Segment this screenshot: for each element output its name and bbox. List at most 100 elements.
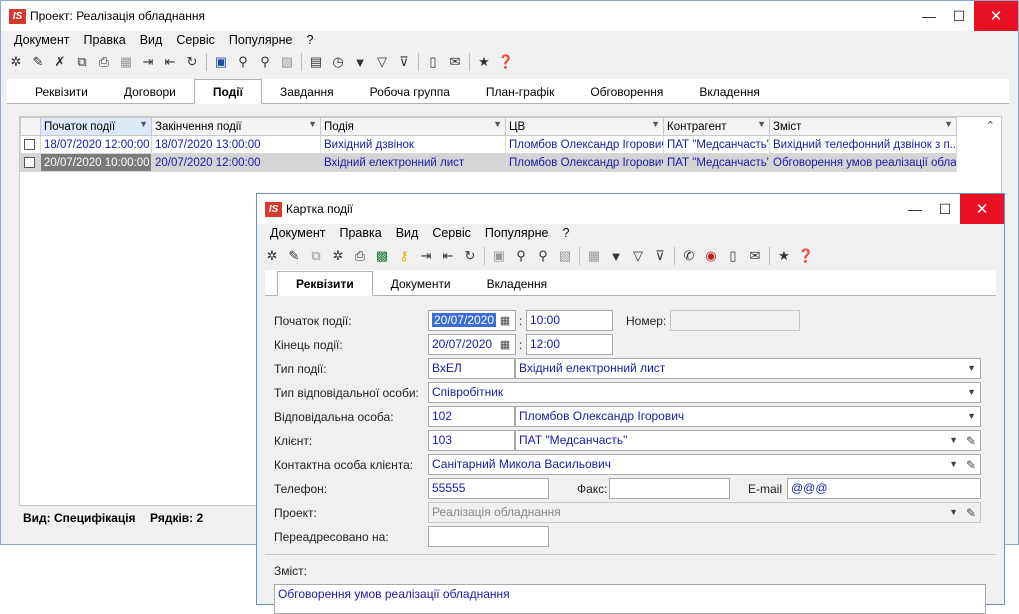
calendar-icon[interactable]: ▦ xyxy=(497,336,513,352)
print-icon[interactable]: ⎙ xyxy=(93,51,115,73)
number-field[interactable] xyxy=(670,310,800,331)
tab-schedule[interactable]: План-графік xyxy=(468,81,572,103)
menu-service[interactable]: Сервіс xyxy=(432,226,471,240)
chevron-down-icon[interactable]: ▼ xyxy=(949,455,958,474)
filter-icon[interactable]: ▼ xyxy=(605,245,627,267)
column-header-contractor[interactable]: Контрагент ▼ xyxy=(663,117,770,136)
key-icon[interactable]: ⚷ xyxy=(393,245,415,267)
edit-doc-icon[interactable]: ✎ xyxy=(283,245,305,267)
contact-select[interactable]: Санітарний Микола Васильович ▼ ✎ xyxy=(428,454,981,475)
phone-field[interactable]: 55555 xyxy=(428,478,549,499)
tab-workgroup[interactable]: Робоча группа xyxy=(352,81,468,103)
card-titlebar[interactable]: IS Картка події — ☐ ✕ xyxy=(257,194,1004,224)
mail-icon[interactable]: ✉ xyxy=(744,245,766,267)
pencil-icon[interactable]: ✎ xyxy=(966,504,976,522)
event-type-select[interactable]: Вхідний електронний лист ▼ xyxy=(515,358,981,379)
table-icon[interactable]: ▤ xyxy=(305,51,327,73)
column-header-cv[interactable]: ЦВ ▼ xyxy=(505,117,664,136)
menu-popular[interactable]: Популярне xyxy=(229,33,293,47)
tab-tasks[interactable]: Завдання xyxy=(262,81,352,103)
main-titlebar[interactable]: IS Проект: Реалізація обладнання — ☐ ✕ xyxy=(1,1,1018,31)
import-icon[interactable]: ⇤ xyxy=(159,51,181,73)
row-checkbox[interactable] xyxy=(24,156,35,168)
print-preview-icon[interactable]: ▦ xyxy=(115,51,137,73)
pencil-icon[interactable]: ✎ xyxy=(966,432,976,450)
favorite-icon[interactable]: ★ xyxy=(473,51,495,73)
document-icon[interactable]: ▯ xyxy=(422,51,444,73)
copy-icon[interactable]: ⧉ xyxy=(305,245,327,267)
end-date-field[interactable]: 20/07/2020 ▦ xyxy=(428,334,516,355)
event-type-code-field[interactable]: ВхЕЛ xyxy=(428,358,515,379)
tab-events[interactable]: Події xyxy=(193,79,262,104)
clear-search-icon[interactable]: ▧ xyxy=(554,245,576,267)
table-row[interactable]: 18/07/2020 12:00:00 18/07/2020 13:00:00 … xyxy=(20,135,957,154)
row-checkbox[interactable] xyxy=(24,138,35,150)
phone-icon[interactable]: ✆ xyxy=(678,245,700,267)
document-icon[interactable]: ▯ xyxy=(722,245,744,267)
client-code-field[interactable]: 103 xyxy=(428,430,515,451)
menu-view[interactable]: Вид xyxy=(140,33,163,47)
filter-clear-icon[interactable]: ⊽ xyxy=(649,245,671,267)
search-icon[interactable]: ⚲ xyxy=(510,245,532,267)
tab-attachments[interactable]: Вкладення xyxy=(681,81,778,103)
minimize-icon[interactable]: — xyxy=(914,1,944,31)
start-date-field[interactable]: 20/07/2020 ▦ xyxy=(428,310,516,331)
column-header-end[interactable]: Закінчення події ▼ xyxy=(151,117,321,136)
history-icon[interactable]: ◷ xyxy=(327,51,349,73)
export-icon[interactable]: ⇥ xyxy=(415,245,437,267)
start-time-field[interactable]: 10:00 xyxy=(526,310,613,331)
chevron-down-icon[interactable]: ▼ xyxy=(949,431,958,450)
redirect-field[interactable] xyxy=(428,526,549,547)
chevron-down-icon[interactable]: ▼ xyxy=(949,503,958,522)
menu-popular[interactable]: Популярне xyxy=(485,226,549,240)
resp-code-field[interactable]: 102 xyxy=(428,406,515,427)
delete-doc-icon[interactable]: ✗ xyxy=(49,51,71,73)
refresh-icon[interactable]: ↻ xyxy=(459,245,481,267)
column-header-start[interactable]: Початок події ▼ xyxy=(40,117,152,136)
menu-document[interactable]: Документ xyxy=(270,226,325,240)
search-next-icon[interactable]: ⚲ xyxy=(532,245,554,267)
maximize-icon[interactable]: ☐ xyxy=(944,1,974,31)
menu-help[interactable]: ? xyxy=(306,33,313,47)
tab-requisites[interactable]: Реквізити xyxy=(277,271,373,296)
minimize-icon[interactable]: — xyxy=(900,194,930,224)
tab-documents[interactable]: Документи xyxy=(373,273,469,295)
column-header-event[interactable]: Подія ▼ xyxy=(320,117,506,136)
calendar-icon[interactable]: ▦ xyxy=(497,312,513,328)
filter-edit-icon[interactable]: ▽ xyxy=(371,51,393,73)
search-next-icon[interactable]: ⚲ xyxy=(254,51,276,73)
menu-edit[interactable]: Правка xyxy=(83,33,125,47)
search-icon[interactable]: ⚲ xyxy=(232,51,254,73)
tab-attachments[interactable]: Вкладення xyxy=(469,273,566,295)
menu-document[interactable]: Документ xyxy=(14,33,69,47)
resp-type-select[interactable]: Співробітник ▼ xyxy=(428,382,981,403)
help-icon[interactable]: ❓ xyxy=(795,245,817,267)
filter-icon[interactable]: ▼ xyxy=(349,51,371,73)
chevron-down-icon[interactable]: ▼ xyxy=(967,359,976,378)
resp-select[interactable]: Пломбов Олександр Ігорович ▼ xyxy=(515,406,981,427)
print-icon[interactable]: ⎙ xyxy=(349,245,371,267)
menu-view[interactable]: Вид xyxy=(396,226,419,240)
select-column-header[interactable] xyxy=(20,117,41,136)
tab-contracts[interactable]: Договори xyxy=(106,81,194,103)
fax-field[interactable] xyxy=(609,478,730,499)
chevron-down-icon[interactable]: ▼ xyxy=(967,383,976,402)
new-icon[interactable]: ✲ xyxy=(5,51,27,73)
close-icon[interactable]: ✕ xyxy=(960,194,1004,224)
table-row[interactable]: 20/07/2020 10:00:00 20/07/2020 12:00:00 … xyxy=(20,153,957,172)
favorite-icon[interactable]: ★ xyxy=(773,245,795,267)
add-record-icon[interactable]: ✲ xyxy=(327,245,349,267)
pencil-icon[interactable]: ✎ xyxy=(966,456,976,474)
refresh-icon[interactable]: ↻ xyxy=(181,51,203,73)
menu-help[interactable]: ? xyxy=(562,226,569,240)
content-textarea[interactable]: Обговорення умов реалізації обладнання xyxy=(274,584,986,614)
maximize-icon[interactable]: ☐ xyxy=(930,194,960,224)
edit-doc-icon[interactable]: ✎ xyxy=(27,51,49,73)
menu-edit[interactable]: Правка xyxy=(339,226,381,240)
filter-clear-icon[interactable]: ⊽ xyxy=(393,51,415,73)
excel-icon[interactable]: ▩ xyxy=(371,245,393,267)
export-icon[interactable]: ⇥ xyxy=(137,51,159,73)
save-icon[interactable]: ▣ xyxy=(210,51,232,73)
save-icon[interactable]: ▣ xyxy=(488,245,510,267)
clear-search-icon[interactable]: ▧ xyxy=(276,51,298,73)
